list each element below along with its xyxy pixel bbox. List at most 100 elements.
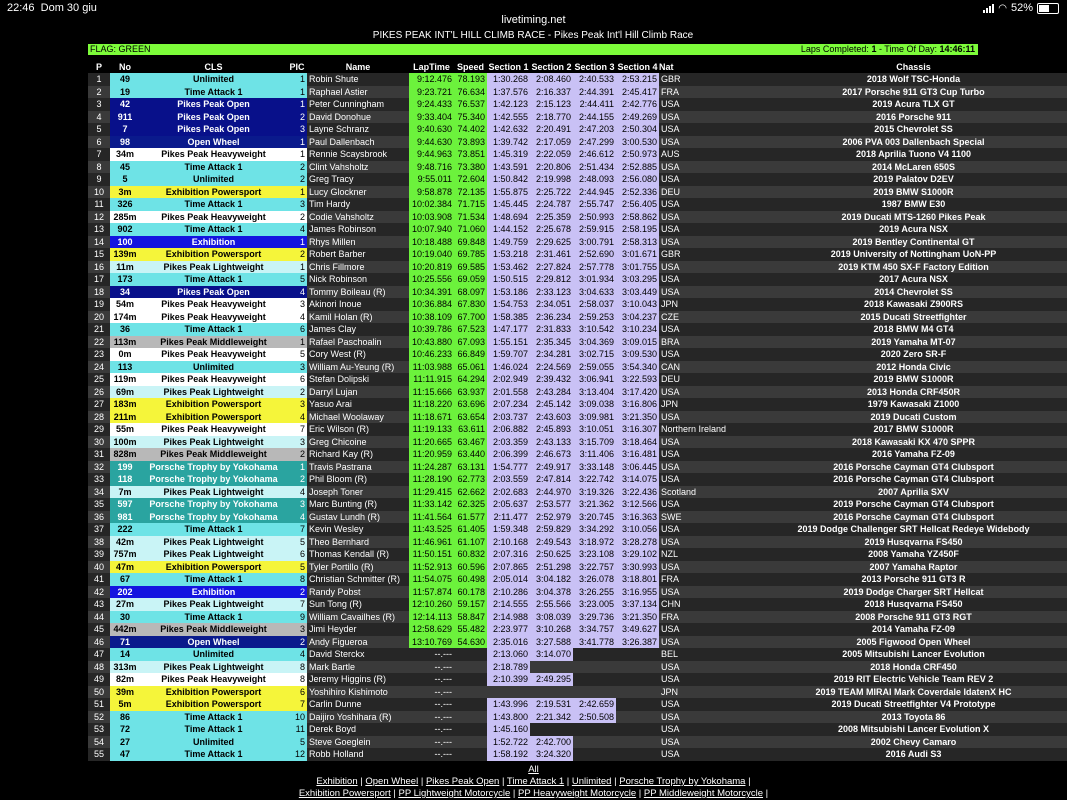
cell-nat: FRA: [659, 610, 749, 623]
cell-speed: 60.596: [454, 560, 487, 573]
cell-laptime: 10:19.040: [409, 248, 454, 261]
cell-class: Unlimited: [140, 735, 287, 748]
cell-nat: USA: [659, 273, 749, 286]
cell-nat: FRA: [659, 85, 749, 98]
filter-link-exhibition-powersport[interactable]: Exhibition Powersport: [299, 788, 391, 799]
cell-nat: SWE: [659, 510, 749, 523]
cell-section-3: 2:59.253: [573, 310, 616, 323]
cell-section-3: 3:23.108: [573, 548, 616, 561]
cell-speed: 65.061: [454, 360, 487, 373]
cell-position: 24: [88, 360, 110, 373]
cell-driver-name: Andy Figueroa: [307, 635, 409, 648]
cell-section-2: [530, 660, 573, 673]
cell-pic: 2: [287, 585, 307, 598]
table-row: 11 326 Time Attack 1 3 Tim Hardy 10:02.384 71.…: [88, 198, 1067, 211]
cell-section-4: 2:49.269: [616, 110, 659, 123]
cell-laptime: 12:14.113: [409, 610, 454, 623]
cell-chassis: 2016 Porsche Cayman GT4 Clubsport: [749, 460, 1067, 473]
cell-chassis: 2012 Honda Civic: [749, 360, 1067, 373]
cell-nat: AUS: [659, 148, 749, 161]
cell-chassis: 2019 Ducati Streetfighter V4 Prototype: [749, 698, 1067, 711]
cell-driver-name: Travis Pastrana: [307, 460, 409, 473]
cell-speed: 55.482: [454, 623, 487, 636]
cell-class: Time Attack 1: [140, 223, 287, 236]
table-row: 6 98 Open Wheel 1 Paul Dallenbach 9:44.630 73.…: [88, 135, 1067, 148]
cell-class: Porsche Trophy by Yokohama: [140, 498, 287, 511]
cell-car-number: 47m: [110, 560, 140, 573]
filter-all-link[interactable]: All: [528, 764, 539, 775]
cell-nat: USA: [659, 748, 749, 761]
cell-section-3: [573, 723, 616, 736]
table-row: 45 442m Pikes Peak Middleweight 3 Jimi Heyde…: [88, 623, 1067, 636]
cell-pic: 4: [287, 410, 307, 423]
filter-link-exhibition[interactable]: Exhibition: [316, 776, 357, 787]
cell-position: 17: [88, 273, 110, 286]
cell-section-4: 3:18.464: [616, 435, 659, 448]
cell-section-2: 2:51.298: [530, 560, 573, 573]
cell-laptime: 9:44.963: [409, 148, 454, 161]
cell-section-1: 2:07.234: [487, 398, 530, 411]
filter-link-time-attack-1[interactable]: Time Attack 1: [507, 776, 564, 787]
link-separator: |: [636, 788, 644, 799]
cell-section-3: 2:59.915: [573, 223, 616, 236]
filter-link-pp-lightweight-motorcycle[interactable]: PP Lightweight Motorcycle: [398, 788, 510, 799]
cell-section-2: 2:15.123: [530, 98, 573, 111]
cell-class: Time Attack 1: [140, 710, 287, 723]
cell-speed: 71.534: [454, 210, 487, 223]
cell-class: Open Wheel: [140, 135, 287, 148]
cell-chassis: 2016 Porsche Cayman GT4 Clubsport: [749, 510, 1067, 523]
cell-class: Time Attack 1: [140, 573, 287, 586]
cell-section-2: 2:31.461: [530, 248, 573, 261]
cell-nat: USA: [659, 198, 749, 211]
cell-pic: 2: [287, 385, 307, 398]
cell-section-1: 1:43.996: [487, 698, 530, 711]
table-row: 5 7 Pikes Peak Open 3 Layne Schranz 9:40.630 7…: [88, 123, 1067, 136]
cell-section-1: 2:03.359: [487, 435, 530, 448]
cell-speed: [454, 648, 487, 661]
table-row: 17 173 Time Attack 1 5 Nick Robinson 10:25.55…: [88, 273, 1067, 286]
cell-nat: USA: [659, 110, 749, 123]
cell-position: 29: [88, 423, 110, 436]
cell-driver-name: Tyler Portillo (R): [307, 560, 409, 573]
cell-laptime: 11:11.915: [409, 373, 454, 386]
cell-section-4: [616, 735, 659, 748]
cell-speed: 62.662: [454, 485, 487, 498]
cell-laptime: 10:38.109: [409, 310, 454, 323]
cell-pic: 4: [287, 285, 307, 298]
filter-link-open-wheel[interactable]: Open Wheel: [365, 776, 418, 787]
filter-link-pp-middleweight-motorcycle[interactable]: PP Middleweight Motorcycle: [644, 788, 763, 799]
cell-nat: CHN: [659, 598, 749, 611]
cell-pic: 2: [287, 248, 307, 261]
cell-section-4: 3:49.627: [616, 623, 659, 636]
cell-car-number: 222: [110, 523, 140, 536]
cell-section-2: 2:49.543: [530, 535, 573, 548]
cell-position: 18: [88, 285, 110, 298]
cell-class: Unlimited: [140, 648, 287, 661]
address-bar[interactable]: livetiming.net: [0, 14, 1067, 26]
cell-section-1: 2:03.737: [487, 410, 530, 423]
cell-section-3: [573, 660, 616, 673]
cell-nat: JPN: [659, 398, 749, 411]
cell-section-3: [573, 685, 616, 698]
cell-section-2: 2:20.806: [530, 160, 573, 173]
cell-laptime: 11:54.075: [409, 573, 454, 586]
cell-speed: 75.340: [454, 110, 487, 123]
cell-section-2: 2:44.970: [530, 485, 573, 498]
cell-section-4: 3:16.955: [616, 585, 659, 598]
cell-section-2: 2:21.342: [530, 710, 573, 723]
cell-class: Pikes Peak Heavyweight: [140, 423, 287, 436]
cell-car-number: 981: [110, 510, 140, 523]
cell-laptime: 10:34.391: [409, 285, 454, 298]
filter-link-pp-heavyweight-motorcycle[interactable]: PP Heavyweight Motorcycle: [518, 788, 636, 799]
cell-class: Time Attack 1: [140, 610, 287, 623]
cell-pic: 7: [287, 698, 307, 711]
cell-car-number: 71: [110, 635, 140, 648]
cell-laptime: 9:12.476: [409, 73, 454, 86]
filter-link-unlimited[interactable]: Unlimited: [572, 776, 612, 787]
filter-link-porsche-trophy-by-yokohama[interactable]: Porsche Trophy by Yokohama: [619, 776, 745, 787]
cell-position: 1: [88, 73, 110, 86]
col-name-header: Name: [345, 62, 371, 72]
cell-class: Pikes Peak Lightweight: [140, 385, 287, 398]
filter-link-pikes-peak-open[interactable]: Pikes Peak Open: [426, 776, 499, 787]
col-section-1-header: Section 1: [488, 62, 529, 72]
